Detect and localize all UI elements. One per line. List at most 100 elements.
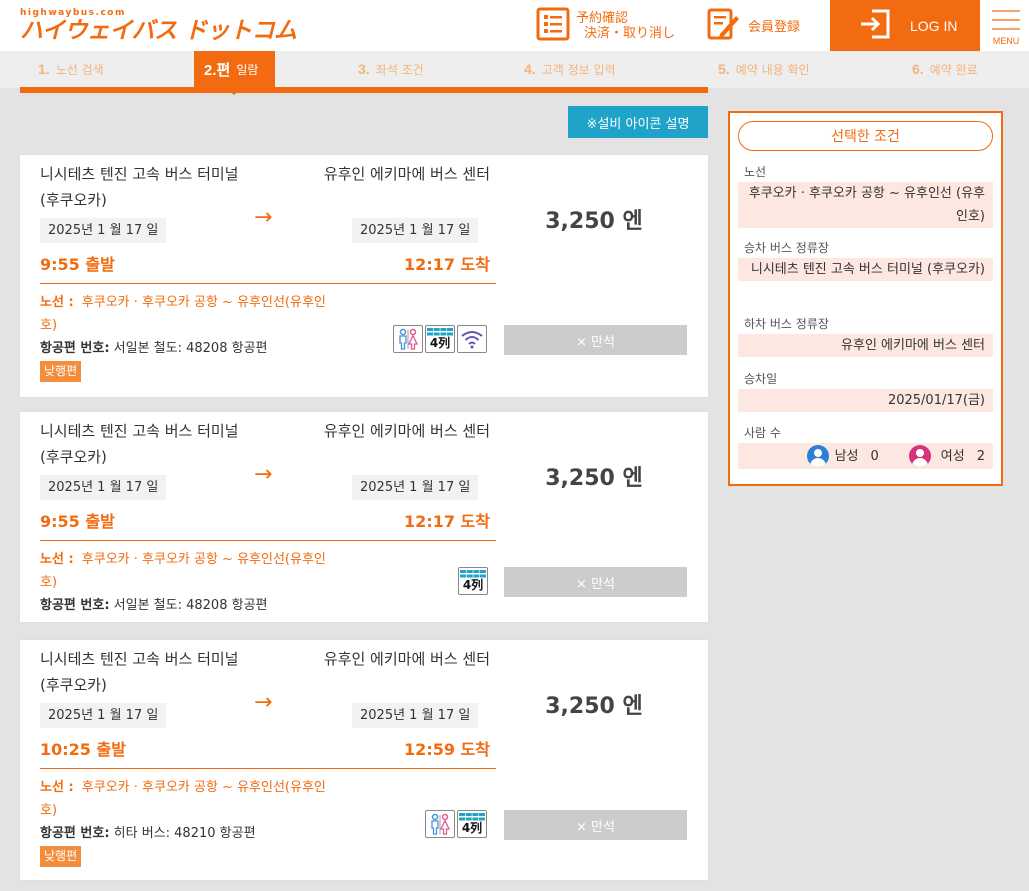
departure-date: 2025년 1 월 17 일 (40, 475, 167, 500)
card-divider (40, 768, 496, 769)
current-step-pointer (225, 87, 243, 95)
step-label: 일람 (236, 62, 259, 77)
departure-time: 9:55 출발 (40, 512, 115, 531)
route-label: 노선 : (40, 552, 74, 567)
seat-row-label: 4列 (462, 578, 484, 592)
sold-out-button[interactable]: × 만석 (504, 325, 687, 355)
fare-price: 3,250 엔 (545, 694, 643, 719)
seat-row-label: 4列 (461, 821, 483, 835)
arrival-stop: 유후인 에키마에 버스 센터 (323, 650, 490, 668)
progress-steps (0, 51, 1029, 88)
equipment-icon-help-button[interactable]: ※설비 아이콘 설명 (568, 106, 708, 138)
departure-stop: 니시테츠 텐진 고속 버스 터미널 (후쿠오카) (40, 422, 239, 466)
route-name: 후쿠오카 · 후쿠오카 공항 ~ 유후인선(유후인호) (40, 552, 326, 590)
step-number: 5. (718, 61, 730, 77)
route-info: 노선 : 후쿠오카 · 후쿠오카 공항 ~ 유후인선(유후인호) (40, 548, 340, 594)
four-row-seat-icon: 4列 (425, 325, 455, 353)
fare-price: 3,250 엔 (545, 209, 643, 234)
step-label: 예약 완료 (929, 62, 978, 77)
hamburger-icon (992, 10, 1020, 12)
male-label: 남성 (834, 448, 859, 464)
step-4: 4. 고객 정보 입력 (524, 51, 616, 87)
departure-date: 2025년 1 월 17 일 (40, 703, 167, 728)
member-register-label: 会員登録 (748, 20, 801, 35)
restroom-icon (393, 325, 423, 353)
route-label: 노선 : (40, 295, 74, 310)
equipment-icons: 4列 (393, 325, 487, 353)
arrival-date: 2025년 1 월 17 일 (352, 475, 479, 500)
step-3: 3. 좌석 조건 (358, 51, 424, 87)
seat-row-label: 4列 (429, 336, 451, 350)
member-register-button[interactable]: 会員登録 (706, 0, 800, 51)
arrival-stop: 유후인 에키마에 버스 센터 (323, 165, 490, 183)
equipment-icons: 4列 (458, 567, 488, 595)
departure-time: 10:25 출발 (40, 740, 126, 759)
arrival-time: 12:17 도착 (404, 512, 490, 531)
sold-out-button[interactable]: × 만석 (504, 810, 687, 840)
hamburger-bar (992, 28, 1020, 30)
four-row-seat-icon: 4列 (458, 567, 488, 595)
card-divider (40, 283, 496, 284)
route-condition-label: 노선 (744, 165, 767, 179)
route-condition-value: 후쿠오카 · 후쿠오카 공항 ~ 유후인선 (유후인호) (738, 182, 993, 228)
selected-conditions-panel: 선택한 조건 노선 후쿠오카 · 후쿠오카 공항 ~ 유후인선 (유후인호) 승… (728, 111, 1003, 486)
flight-label: 항공편 번호: (40, 341, 110, 356)
step-number: 6. (912, 61, 924, 77)
site-header: highwaybus.com ハイウェイバス ドットコム 予約確認 決済・取り消… (0, 0, 1029, 51)
route-name: 후쿠오카 · 후쿠오카 공항 ~ 유후인선(유후인호) (40, 780, 326, 818)
four-row-seat-icon: 4列 (457, 810, 487, 838)
route-name: 후쿠오카 · 후쿠오카 공항 ~ 유후인선(유후인호) (40, 295, 326, 333)
card-divider (40, 540, 496, 541)
female-label: 여성 (940, 448, 965, 464)
departure-stop: 니시테츠 텐진 고속 버스 터미널 (후쿠오카) (40, 165, 239, 209)
menu-button[interactable]: MENU (986, 6, 1026, 48)
login-door-icon (858, 7, 892, 45)
logo-subtitle: highwaybus.com (20, 8, 126, 18)
flight-info: 항공편 번호: 히타 버스: 48210 항공편 (40, 822, 256, 841)
step-6: 6. 예약 완료 (912, 51, 978, 87)
step-label: 고객 정보 입력 (541, 62, 616, 77)
step-1: 1. 노선 검색 (38, 51, 104, 87)
hamburger-bar (992, 19, 1020, 21)
step-number: 4. (524, 61, 536, 77)
reserve-line-1: 予約確認 (576, 10, 629, 26)
result-card: 니시테츠 텐진 고속 버스 터미널 (후쿠오카) 유후인 에키마에 버스 센터 … (20, 640, 708, 880)
login-label: LOG IN (910, 17, 958, 34)
site-logo[interactable]: highwaybus.com ハイウェイバス ドットコム (20, 8, 297, 44)
reservation-check-button[interactable]: 予約確認 決済・取り消し (536, 0, 675, 51)
step-2-current: 2.편 일람 (194, 51, 275, 87)
logo-title: ハイウェイバス ドットコム (20, 18, 297, 44)
flight-label: 항공편 번호: (40, 598, 110, 613)
panel-title: 선택한 조건 (738, 121, 993, 151)
departure-date: 2025년 1 월 17 일 (40, 218, 167, 243)
wifi-icon (457, 325, 487, 353)
steps-underline (20, 87, 708, 93)
flight-number: 서일본 철도: 48208 항공편 (113, 598, 268, 613)
login-button[interactable]: LOG IN (830, 0, 980, 51)
flight-number: 서일본 철도: 48208 항공편 (113, 341, 268, 356)
right-arrow-icon: → (254, 690, 273, 715)
alighting-stop-label: 하차 버스 정류장 (744, 317, 829, 331)
daytime-badge: 낮행편 (40, 361, 82, 382)
result-card: 니시테츠 텐진 고속 버스 터미널 (후쿠오카) 유후인 에키마에 버스 센터 … (20, 155, 708, 397)
reserve-line-2: 決済・取り消し (584, 25, 676, 41)
step-label: 예약 내용 확인 (735, 62, 810, 77)
departure-stop: 니시테츠 텐진 고속 버스 터미널 (후쿠오카) (40, 650, 239, 694)
flight-info: 항공편 번호: 서일본 철도: 48208 항공편 (40, 594, 267, 613)
receipt-list-icon (536, 7, 570, 45)
sold-out-button[interactable]: × 만석 (504, 567, 687, 597)
arrival-date: 2025년 1 월 17 일 (352, 703, 479, 728)
flight-info: 항공편 번호: 서일본 철도: 48208 항공편 (40, 337, 267, 356)
step-label: 노선 검색 (55, 62, 104, 77)
female-avatar-icon (908, 445, 931, 467)
route-label: 노선 : (40, 780, 74, 795)
arrival-date: 2025년 1 월 17 일 (352, 218, 479, 243)
departure-time: 9:55 출발 (40, 255, 115, 274)
passenger-count-value: 남성 0 여성 2 (738, 443, 993, 469)
route-info: 노선 : 후쿠오카 · 후쿠오카 공항 ~ 유후인선(유후인호) (40, 291, 340, 337)
restroom-icon (425, 810, 455, 838)
male-count: 0 (870, 448, 879, 464)
arrival-time: 12:59 도착 (404, 740, 490, 759)
route-info: 노선 : 후쿠오카 · 후쿠오카 공항 ~ 유후인선(유후인호) (40, 776, 340, 822)
arrival-time: 12:17 도착 (404, 255, 490, 274)
